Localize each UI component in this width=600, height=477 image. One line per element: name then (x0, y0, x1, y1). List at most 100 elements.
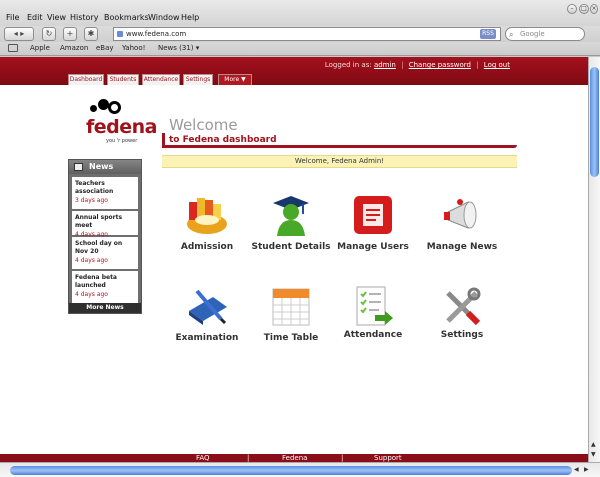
zoom-icon[interactable]: □ (579, 4, 589, 14)
url-field[interactable]: www.fedena.com RSS (113, 27, 501, 41)
logged-in-label: Logged in as: (324, 61, 372, 69)
search-input[interactable]: ⌕ Google (505, 27, 585, 41)
tile-settings[interactable]: Settings (417, 285, 507, 365)
tile-label: Examination (175, 333, 239, 343)
scroll-left-icon[interactable]: ◀ (574, 466, 579, 473)
tile-label: Attendance (343, 330, 403, 340)
reload-icon[interactable]: ↻ (42, 27, 56, 41)
news-item[interactable]: Annual sports meet 4 days ago (72, 211, 138, 238)
bookmark-apple[interactable]: Apple (30, 44, 50, 52)
tile-attendance[interactable]: Attendance (328, 285, 418, 365)
megaphone-icon (444, 199, 477, 229)
favicon-icon (117, 31, 123, 37)
tile-examination[interactable]: Examination (162, 285, 252, 365)
horizontal-scroll-thumb[interactable] (10, 466, 572, 475)
tab-students[interactable]: Students (107, 74, 139, 85)
menu-history[interactable]: History (70, 13, 98, 22)
news-item[interactable]: School day on Nov 20 4 days ago (72, 237, 138, 269)
newspaper-icon (74, 163, 83, 171)
bookmark-yahoo[interactable]: Yahoo! (122, 44, 145, 52)
welcome-title: Welcome (169, 116, 238, 134)
book-pencil-icon (189, 289, 227, 325)
news-item-title: Teachers association (75, 180, 114, 195)
search-icon: ⌕ (509, 30, 514, 39)
tile-manage-news[interactable]: Manage News (417, 194, 507, 274)
tile-manage-users[interactable]: Manage Users (328, 194, 418, 274)
username-link[interactable]: admin (374, 61, 396, 69)
news-item[interactable]: Fedena beta launched 4 days ago (72, 271, 138, 303)
news-item-title: Fedena beta launched (75, 274, 117, 289)
browser-toolbar: ◂ ▸ ↻ + ✱ www.fedena.com RSS ⌕ Google (0, 26, 600, 42)
menu-bookmarks[interactable]: Bookmarks (104, 13, 149, 22)
welcome-banner: Welcome, Fedena Admin! (162, 155, 517, 168)
faq-link[interactable]: FAQ (196, 454, 210, 462)
graduate-icon (273, 196, 309, 236)
tile-label: Manage Users (337, 242, 409, 252)
bookmark-ebay[interactable]: eBay (96, 44, 114, 52)
more-news-button[interactable]: More News (69, 303, 141, 313)
footer-separator: | (341, 454, 344, 462)
bookmarks-book-icon[interactable] (8, 44, 18, 52)
back-forward-button[interactable]: ◂ ▸ (4, 27, 34, 41)
tab-attendance[interactable]: Attendance (142, 74, 180, 85)
bookmark-news[interactable]: News (31) ▾ (158, 44, 199, 52)
rss-button[interactable]: RSS (480, 29, 496, 39)
news-title: News (89, 162, 114, 171)
logo-word: fedena (86, 116, 158, 138)
scroll-up-icon[interactable]: ▲ (591, 441, 596, 448)
bug-icon[interactable]: ✱ (84, 27, 98, 41)
site-header: Logged in as: admin | Change password | … (0, 57, 588, 85)
news-item-date: 4 days ago (75, 257, 108, 264)
tab-dashboard[interactable]: Dashboard (68, 74, 104, 85)
tools-icon (446, 287, 481, 326)
news-header: News (69, 160, 141, 174)
add-bookmark-icon[interactable]: + (63, 27, 77, 41)
tile-label: Manage News (426, 242, 498, 252)
menu-edit[interactable]: Edit (27, 13, 43, 22)
page-content: Logged in as: admin | Change password | … (0, 57, 588, 462)
tile-student-details[interactable]: Student Details (246, 194, 336, 274)
welcome-heading: Welcome to Fedena dashboard (162, 116, 517, 151)
menu-file[interactable]: File (6, 13, 19, 22)
users-icon (354, 196, 392, 234)
news-item-title: Annual sports meet (75, 214, 123, 229)
change-password-link[interactable]: Change password (409, 61, 471, 69)
menu-help[interactable]: Help (181, 13, 199, 22)
vertical-scroll-thumb[interactable] (590, 67, 599, 177)
tab-settings[interactable]: Settings (183, 74, 213, 85)
menu-window[interactable]: Window (148, 13, 180, 22)
tile-label: Time Table (263, 333, 319, 343)
tile-time-table[interactable]: Time Table (246, 285, 336, 365)
vertical-scrollbar[interactable]: ▲ ▼ (588, 57, 600, 462)
search-placeholder: Google (520, 30, 545, 38)
scroll-right-icon[interactable]: ▶ (584, 466, 589, 473)
close-icon[interactable]: × (590, 4, 598, 14)
logo-tagline: you 'r power (106, 138, 138, 144)
bookmarks-bar: Apple Amazon eBay Yahoo! News (31) ▾ (0, 42, 600, 56)
browser-menubar: File Edit View History Bookmarks Window … (0, 0, 600, 26)
calendar-icon (272, 288, 310, 326)
url-text: www.fedena.com (126, 30, 187, 38)
tile-label: Settings (440, 330, 484, 340)
fedena-logo[interactable]: fedena you 'r power (86, 95, 158, 153)
tab-more[interactable]: More ▼ (218, 74, 252, 85)
news-item-date: 3 days ago (75, 197, 108, 204)
horizontal-scrollbar[interactable]: ◀ ▶ (0, 462, 600, 477)
support-link[interactable]: Support (374, 454, 402, 462)
admission-icon (187, 198, 227, 234)
checklist-icon (356, 286, 393, 326)
news-item-title: School day on Nov 20 (75, 240, 123, 255)
tile-label: Student Details (251, 242, 331, 252)
logout-link[interactable]: Log out (484, 61, 510, 69)
tile-label: Admission (180, 242, 234, 252)
tile-admission[interactable]: Admission (162, 194, 252, 274)
menu-view[interactable]: View (47, 13, 66, 22)
user-links: Logged in as: admin | Change password | … (324, 61, 510, 69)
bookmark-amazon[interactable]: Amazon (60, 44, 88, 52)
news-item[interactable]: Teachers association 3 days ago (72, 177, 138, 209)
scroll-down-icon[interactable]: ▼ (591, 451, 596, 458)
news-panel: News Teachers association 3 days ago Ann… (68, 159, 142, 314)
news-item-date: 4 days ago (75, 291, 108, 298)
minimize-icon[interactable]: – (567, 4, 577, 14)
fedena-link[interactable]: Fedena (282, 454, 307, 462)
